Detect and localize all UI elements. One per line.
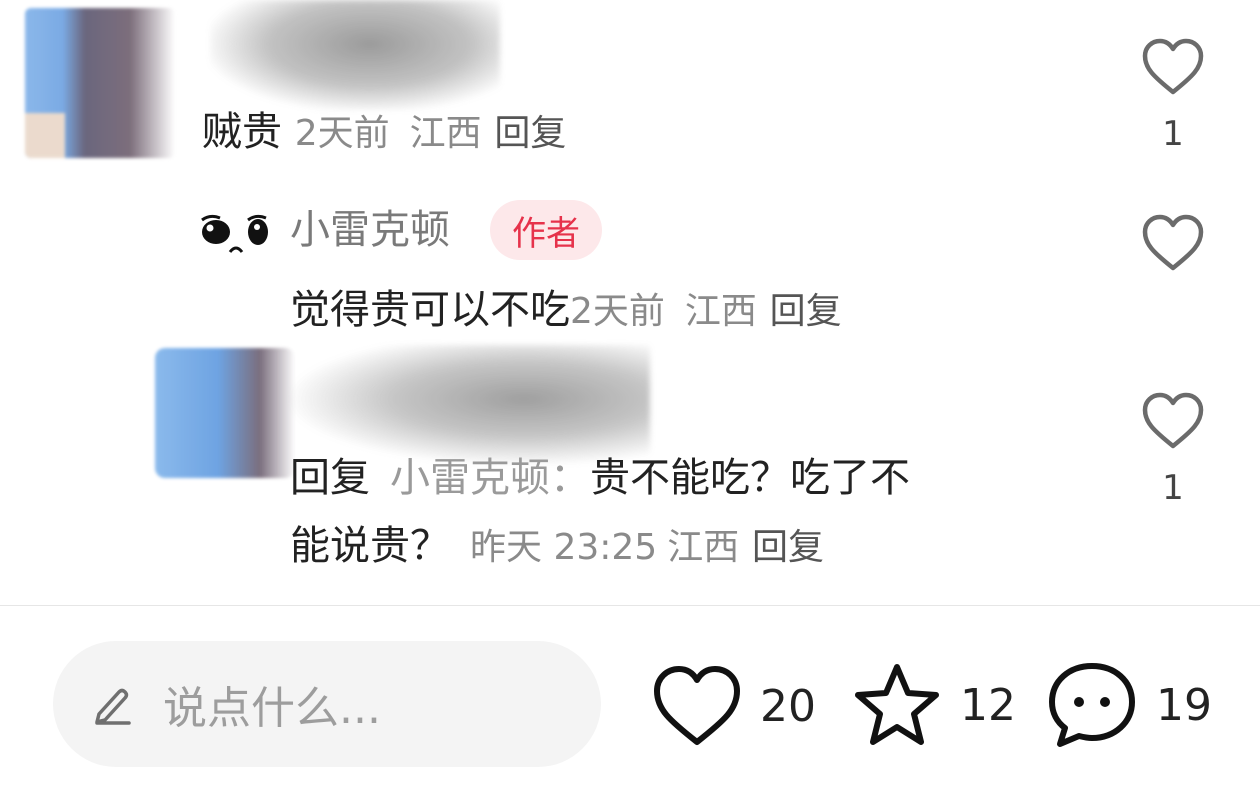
chat-bubble-icon[interactable] — [1046, 660, 1138, 750]
comment-location: 江西 — [409, 113, 482, 154]
username-blurred[interactable] — [210, 0, 500, 110]
star-icon[interactable] — [852, 662, 942, 748]
comment-row: 回复 小雷克顿：贵不能吃？吃了不 — [290, 458, 910, 498]
user-avatar[interactable] — [25, 8, 175, 158]
comment-count: 19 — [1156, 679, 1212, 731]
comment-button[interactable]: 19 — [1046, 660, 1212, 750]
comment-time: 2天前 — [570, 291, 665, 332]
heart-icon[interactable] — [1141, 392, 1205, 450]
favorite-count: 12 — [960, 679, 1016, 731]
favorite-button[interactable]: 12 — [852, 662, 1016, 748]
comment-time: 昨天 23:25 — [470, 527, 658, 568]
author-badge: 作者 — [490, 200, 602, 260]
reply-button[interactable]: 回复 — [494, 113, 566, 154]
comment-location: 江西 — [667, 527, 740, 568]
pencil-icon — [95, 688, 131, 725]
like-count: 1 — [1162, 114, 1184, 154]
like-button[interactable]: 20 — [652, 664, 816, 748]
comment-row: 贼贵 2天前 江西 回复 — [202, 112, 566, 152]
comment-time: 2天前 — [294, 113, 390, 154]
heart-icon[interactable] — [652, 664, 742, 748]
divider — [0, 605, 1260, 606]
comment-location: 江西 — [684, 291, 757, 332]
comment-row: 能说贵？ 昨天 23:25 江西 回复 — [290, 526, 824, 566]
comment-like[interactable]: 1 — [1133, 38, 1213, 154]
like-count: 20 — [760, 680, 816, 732]
comment-row: 觉得贵可以不吃2天前 江西 回复 — [290, 290, 842, 330]
reply-prefix: 回复 — [290, 455, 370, 501]
heart-icon[interactable] — [1141, 214, 1205, 272]
comment-text-line2: 能说贵？ — [290, 523, 450, 569]
heart-icon[interactable] — [1141, 38, 1205, 96]
user-avatar[interactable] — [155, 348, 295, 478]
comment-input[interactable]: 说点什么... — [53, 641, 601, 767]
reply-to-name[interactable]: 小雷克顿： — [390, 455, 590, 501]
username-blurred[interactable] — [290, 345, 650, 465]
author-avatar[interactable] — [200, 212, 270, 257]
comment-like[interactable] — [1133, 214, 1213, 272]
comment-like[interactable]: 1 — [1133, 392, 1213, 508]
input-placeholder: 说点什么... — [163, 683, 381, 734]
author-name[interactable]: 小雷克顿 — [290, 210, 450, 250]
reply-button[interactable]: 回复 — [752, 527, 824, 568]
comment-text: 贼贵 — [202, 109, 282, 155]
reply-button[interactable]: 回复 — [770, 291, 842, 332]
like-count: 1 — [1162, 468, 1184, 508]
comment-text-line1: 贵不能吃？吃了不 — [590, 455, 910, 501]
comment-text: 觉得贵可以不吃 — [290, 287, 570, 333]
